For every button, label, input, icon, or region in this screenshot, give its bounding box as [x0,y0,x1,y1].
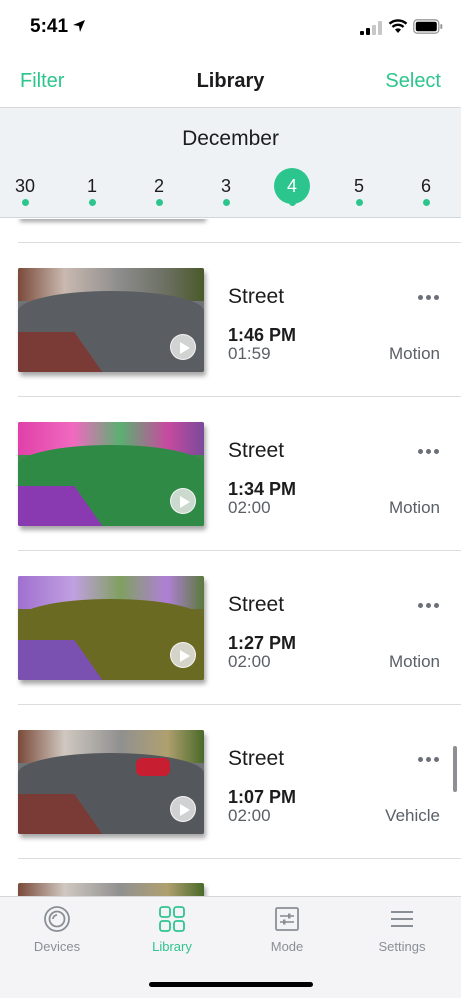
recording-dot [289,199,296,206]
clip-camera-name: Street [228,439,285,462]
devices-icon [44,906,70,932]
clip-thumbnail[interactable] [18,730,204,834]
play-button[interactable] [170,642,196,668]
status-bar: 5:41 [0,0,461,54]
home-indicator[interactable] [149,982,313,987]
day-2[interactable]: 2 [137,168,181,212]
tab-settings[interactable]: Settings [356,905,448,961]
status-time: 5:41 [30,16,69,37]
clip-thumbnail[interactable] [18,422,204,526]
day-5[interactable]: 5 [337,168,381,212]
tab-label: Settings [378,939,426,954]
recording-dot [22,199,29,206]
clip-time: 1:07 PM [228,787,297,807]
day-6[interactable]: 6 [404,168,448,212]
more-options-button[interactable] [418,295,440,301]
nav-bar: Filter Library Select [0,54,461,108]
play-icon [180,650,190,662]
clip-duration: 01:59 [228,344,271,363]
play-button[interactable] [170,488,196,514]
cellular-signal-icon [360,21,382,35]
tab-label: Devices [33,939,81,954]
clip-duration: 02:00 [228,652,271,671]
clip-trigger: Motion [388,344,440,363]
clip-row[interactable]: Street 1:27 PM 02:00 Motion [0,551,461,703]
tab-devices[interactable]: Devices [11,905,103,961]
recording-dot [156,199,163,206]
clip-trigger: Motion [388,498,440,517]
recording-dot [223,199,230,206]
clip-camera-name: Street [228,593,285,616]
divider [18,858,461,859]
day-30[interactable]: 30 [3,168,47,212]
play-icon [180,804,190,816]
scroll-indicator [453,746,457,792]
clip-duration: 02:00 [228,806,271,825]
settings-menu-icon [391,911,413,927]
more-options-button[interactable] [418,603,440,609]
clip-time: 1:46 PM [228,325,297,345]
tab-label: Library [152,939,192,954]
play-icon [180,342,190,354]
day-3[interactable]: 3 [204,168,248,212]
filter-button[interactable]: Filter [20,70,64,93]
tab-label: Mode [270,939,304,954]
clip-row[interactable]: Street 1:07 PM 02:00 Vehicle [0,705,461,857]
clip-duration: 02:00 [228,498,271,517]
clip-list[interactable]: Street 1:46 PM 01:59 Motion Street 1:34 … [0,219,461,896]
clip-trigger: Motion [388,652,440,671]
play-button[interactable] [170,334,196,360]
clip-trigger: Vehicle [385,806,440,825]
clip-thumbnail[interactable] [18,576,204,680]
more-options-button[interactable] [418,757,440,763]
tab-library[interactable]: Library [126,905,218,961]
play-icon [180,496,190,508]
recording-dot [89,199,96,206]
clip-time: 1:27 PM [228,633,297,653]
tab-mode[interactable]: Mode [241,905,333,961]
clip-time: 1:34 PM [228,479,297,499]
clip-row[interactable]: Street 1:34 PM 02:00 Motion [0,397,461,549]
more-options-button[interactable] [418,449,440,455]
day-1[interactable]: 1 [70,168,114,212]
clip-thumbnail[interactable] [18,268,204,372]
day-4-selected[interactable]: 4 [270,168,314,212]
date-strip: December 30 1 2 3 4 5 6 [0,108,461,218]
recording-dot [423,199,430,206]
clip-thumbnail-partial[interactable] [18,883,204,896]
clip-camera-name: Street [228,747,285,770]
recording-dot [356,199,363,206]
select-button[interactable]: Select [385,70,441,93]
clip-camera-name: Street [228,285,285,308]
library-grid-icon [159,906,185,932]
battery-icon [413,19,443,34]
mode-sliders-icon [275,907,299,931]
play-button[interactable] [170,796,196,822]
clip-row[interactable]: Street 1:46 PM 01:59 Motion [0,243,461,395]
car-in-thumbnail [136,758,170,776]
location-arrow-icon [73,20,85,32]
wifi-icon [388,19,408,33]
month-label: December [182,127,279,150]
